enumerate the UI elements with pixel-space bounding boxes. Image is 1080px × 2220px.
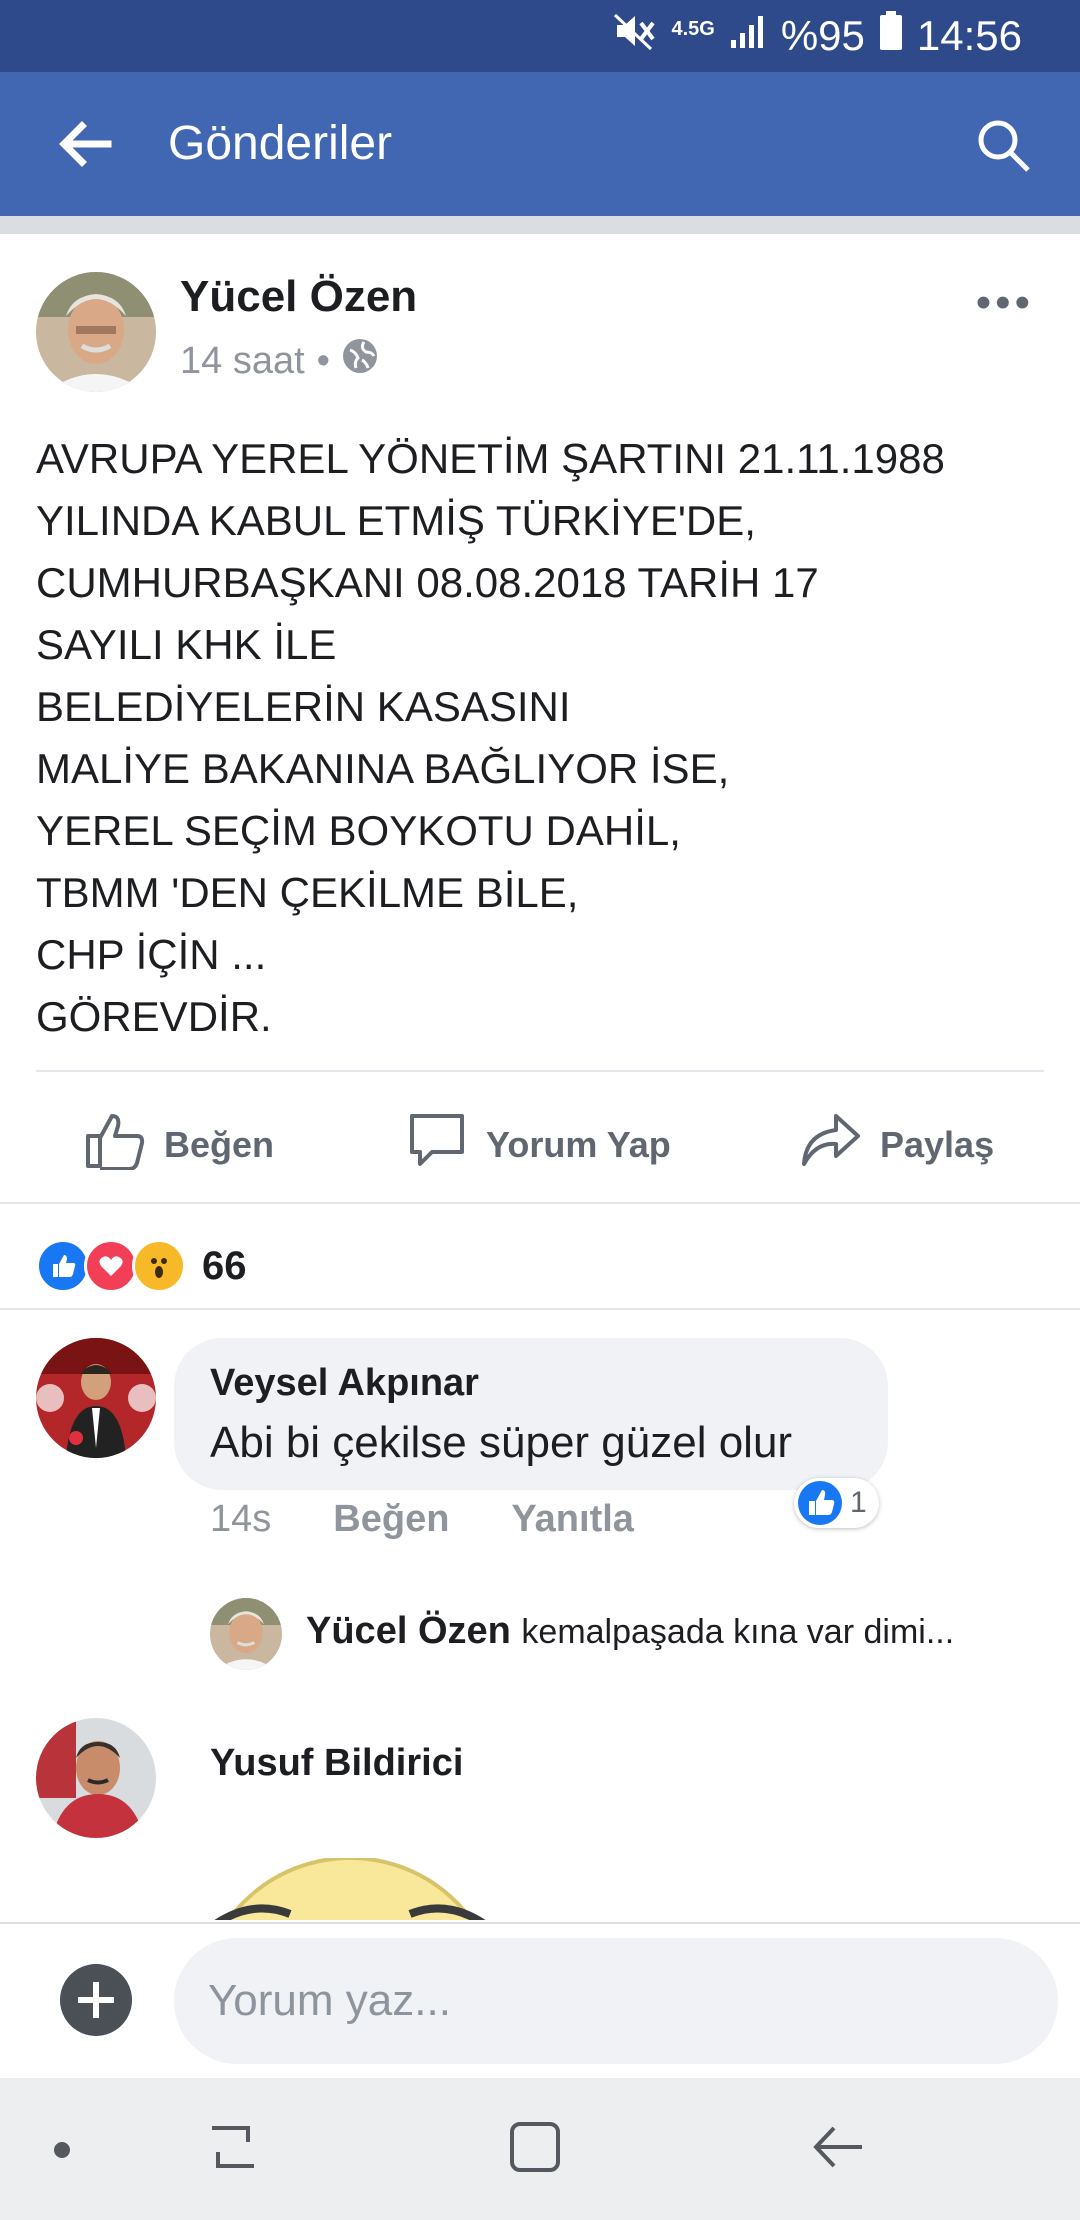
comment-reply-button[interactable]: Yanıtla xyxy=(511,1498,634,1541)
share-icon xyxy=(800,1110,862,1179)
reply-author[interactable]: Yücel Özen xyxy=(306,1610,511,1652)
back-nav-icon[interactable] xyxy=(810,2120,866,2179)
avatar[interactable] xyxy=(210,1598,282,1670)
comment-button[interactable]: Yorum Yap xyxy=(406,1110,671,1179)
status-bar: 4.5G %95 14:56 xyxy=(0,0,1080,72)
arrow-left-icon[interactable] xyxy=(54,116,114,172)
post-author[interactable]: Yücel Özen xyxy=(180,272,417,322)
post-meta: 14 saat • xyxy=(180,338,378,384)
share-label: Paylaş xyxy=(880,1123,995,1165)
comment-time: 14s xyxy=(210,1498,272,1540)
wow-reaction-icon xyxy=(132,1239,186,1293)
like-button[interactable]: Beğen xyxy=(84,1110,274,1179)
comment-author[interactable]: Yusuf Bildirici xyxy=(210,1742,463,1785)
reply-text: kemalpaşada kına var dimi... xyxy=(521,1613,955,1651)
post-line: GÖREVDİR. xyxy=(36,993,272,1040)
comment-like-count[interactable]: 1 xyxy=(794,1478,879,1528)
post-time[interactable]: 14 saat xyxy=(180,340,305,383)
more-options-icon[interactable]: ••• xyxy=(976,278,1034,328)
page-title: Gönderiler xyxy=(168,117,393,170)
battery-level: %95 xyxy=(780,12,865,59)
comment-label: Yorum Yap xyxy=(486,1123,671,1165)
recent-apps-icon[interactable] xyxy=(206,2120,260,2179)
divider xyxy=(0,1202,1080,1204)
dot-icon[interactable] xyxy=(52,2140,72,2165)
comment-composer xyxy=(0,1922,1080,2080)
post-line: YILINDA KABUL ETMİŞ TÜRKİYE'DE, xyxy=(36,497,756,544)
post-line: CHP İÇİN ... xyxy=(36,931,267,978)
clock: 14:56 xyxy=(916,12,1022,59)
like-reaction-icon xyxy=(36,1239,90,1293)
divider xyxy=(0,1308,1080,1310)
comment-author[interactable]: Veysel Akpınar xyxy=(210,1362,479,1405)
avatar[interactable] xyxy=(36,272,156,392)
home-icon[interactable] xyxy=(508,2120,562,2179)
search-icon[interactable] xyxy=(974,116,1034,176)
feed-separator xyxy=(0,216,1080,234)
comment-bubble[interactable]: Veysel Akpınar Abi bi çekilse süper güze… xyxy=(174,1338,888,1490)
add-attachment-button[interactable] xyxy=(60,1964,132,2036)
reaction-count: 66 xyxy=(202,1243,247,1288)
reply-preview[interactable]: Yücel Özen kemalpaşada kına var dimi... xyxy=(306,1610,954,1653)
globe-icon xyxy=(342,338,378,384)
system-nav-bar xyxy=(0,2078,1080,2220)
network-type: 4.5G xyxy=(671,18,715,40)
post-line: BELEDİYELERİN KASASINI xyxy=(36,683,571,730)
comment-text: Abi bi çekilse süper güzel olur xyxy=(210,1418,793,1467)
mute-icon xyxy=(613,11,657,61)
emoji-sticker xyxy=(190,1858,510,1920)
battery-icon xyxy=(879,11,903,61)
comment-input[interactable] xyxy=(174,1938,1058,2064)
post-line: CUMHURBAŞKANI 08.08.2018 TARİH 17 xyxy=(36,559,819,606)
post-line: MALİYE BAKANINA BAĞLIYOR İSE, xyxy=(36,745,730,792)
comment-like-button[interactable]: Beğen xyxy=(333,1498,449,1541)
love-reaction-icon xyxy=(84,1239,138,1293)
divider xyxy=(36,1070,1044,1072)
post-line: AVRUPA YEREL YÖNETİM ŞARTINI 21.11.1988 xyxy=(36,435,945,482)
comment-like-number: 1 xyxy=(850,1486,867,1519)
comment-meta: 14s Beğen Yanıtla xyxy=(210,1498,634,1541)
post-body: AVRUPA YEREL YÖNETİM ŞARTINI 21.11.1988 … xyxy=(36,428,1046,1048)
post-line: SAYILI KHK İLE xyxy=(36,621,337,668)
meta-separator: • xyxy=(316,339,330,382)
app-bar: Gönderiler xyxy=(0,72,1080,216)
post-line: TBMM 'DEN ÇEKİLME BİLE, xyxy=(36,869,579,916)
reaction-summary[interactable]: 66 xyxy=(36,1239,247,1293)
avatar[interactable] xyxy=(36,1338,156,1458)
plus-icon xyxy=(78,1982,114,2018)
share-button[interactable]: Paylaş xyxy=(800,1110,994,1179)
like-reaction-icon xyxy=(798,1481,842,1525)
post-actions: Beğen Yorum Yap Paylaş xyxy=(0,1080,1080,1196)
thumbs-up-icon xyxy=(84,1110,146,1179)
comment-icon xyxy=(406,1110,468,1179)
signal-icon xyxy=(729,12,767,60)
post-line: YEREL SEÇİM BOYKOTU DAHİL, xyxy=(36,807,681,854)
like-label: Beğen xyxy=(164,1123,275,1165)
avatar[interactable] xyxy=(36,1718,156,1838)
